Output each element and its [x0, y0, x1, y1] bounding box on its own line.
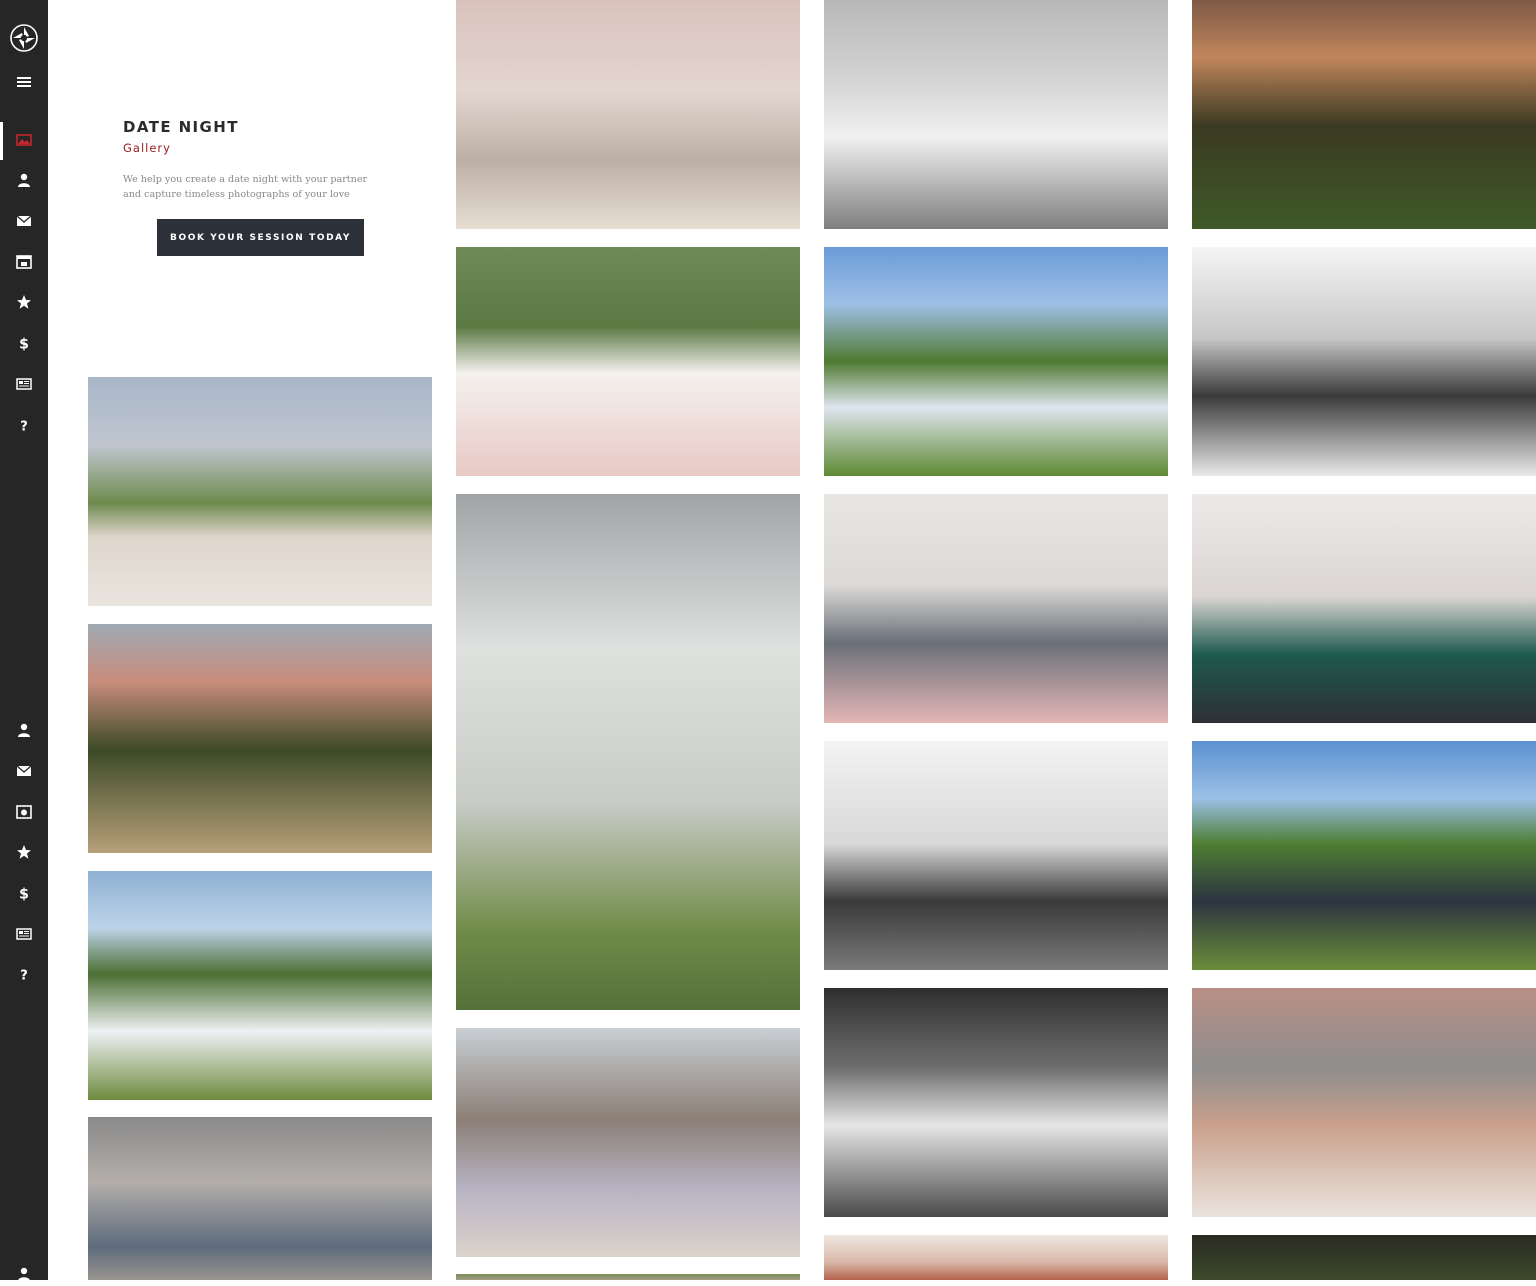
photo-image — [88, 1117, 432, 1280]
star-icon[interactable] — [12, 840, 36, 864]
svg-text:$: $ — [19, 337, 29, 352]
mail-icon[interactable] — [12, 209, 36, 233]
newspaper-icon[interactable] — [12, 372, 36, 396]
photo-image — [456, 1028, 800, 1257]
gallery-photo[interactable] — [88, 1117, 432, 1280]
photo-image — [824, 1235, 1168, 1280]
photo-image — [824, 0, 1168, 229]
page-subtitle: Gallery — [123, 141, 171, 155]
gallery-intro: DATE NIGHT Gallery We help you create a … — [123, 118, 383, 202]
photo-image — [456, 1274, 800, 1280]
gallery-photo[interactable] — [1192, 0, 1536, 229]
photo-image — [824, 494, 1168, 723]
gallery-photo[interactable] — [824, 494, 1168, 723]
photo-image — [456, 0, 800, 229]
aperture-logo-icon[interactable] — [10, 24, 38, 52]
photo-image — [824, 247, 1168, 476]
gallery-photo[interactable] — [824, 0, 1168, 229]
photo-image — [1192, 0, 1536, 229]
gallery-photo[interactable] — [88, 871, 432, 1100]
dollar-icon[interactable]: $ — [12, 331, 36, 355]
gallery-photo[interactable] — [88, 377, 432, 606]
gallery-photo[interactable] — [456, 1028, 800, 1257]
star-icon[interactable] — [12, 290, 36, 314]
svg-text:?: ? — [20, 969, 28, 983]
svg-text:$: $ — [19, 887, 29, 902]
gallery-photo[interactable] — [456, 0, 800, 229]
gallery-photo[interactable] — [88, 624, 432, 853]
question-icon[interactable]: ? — [12, 962, 36, 986]
camera-icon[interactable] — [12, 800, 36, 824]
photo-image — [88, 871, 432, 1100]
gallery-photo[interactable] — [824, 247, 1168, 476]
book-session-button[interactable]: BOOK YOUR SESSION TODAY — [157, 219, 364, 256]
dollar-icon[interactable]: $ — [12, 881, 36, 905]
gallery-photo[interactable] — [1192, 247, 1536, 476]
user-icon[interactable] — [12, 718, 36, 742]
newspaper-icon[interactable] — [12, 922, 36, 946]
gallery-photo[interactable] — [824, 988, 1168, 1217]
photo-image — [824, 988, 1168, 1217]
photo-image — [88, 624, 432, 853]
svg-text:?: ? — [20, 420, 28, 434]
photo-image — [1192, 1235, 1536, 1280]
gallery-photo[interactable] — [824, 1235, 1168, 1280]
gallery-photo[interactable] — [1192, 1235, 1536, 1280]
gallery-icon[interactable] — [12, 128, 36, 152]
photo-image — [456, 247, 800, 476]
user-icon[interactable] — [12, 168, 36, 192]
gallery-photo[interactable] — [1192, 494, 1536, 723]
photo-image — [1192, 247, 1536, 476]
sidebar: $ ? $ ? — [0, 0, 48, 1281]
gallery-photo[interactable] — [456, 247, 800, 476]
photo-image — [824, 741, 1168, 970]
gallery-photo[interactable] — [824, 741, 1168, 970]
page-description: We help you create a date night with you… — [123, 174, 368, 200]
photo-image — [88, 377, 432, 606]
photo-image — [1192, 494, 1536, 723]
photo-image — [456, 494, 800, 1010]
photo-image — [1192, 741, 1536, 970]
gallery-photo[interactable] — [1192, 988, 1536, 1217]
mail-icon[interactable] — [12, 759, 36, 783]
photo-image — [1192, 988, 1536, 1217]
gallery-photo[interactable] — [1192, 741, 1536, 970]
calendar-icon[interactable] — [12, 250, 36, 274]
user-icon[interactable] — [12, 1262, 36, 1286]
menu-icon[interactable] — [12, 70, 36, 94]
active-indicator — [0, 122, 3, 160]
page-title: DATE NIGHT — [123, 118, 239, 136]
question-icon[interactable]: ? — [12, 413, 36, 437]
gallery-photo[interactable] — [456, 1274, 800, 1280]
gallery-photo[interactable] — [456, 494, 800, 1010]
